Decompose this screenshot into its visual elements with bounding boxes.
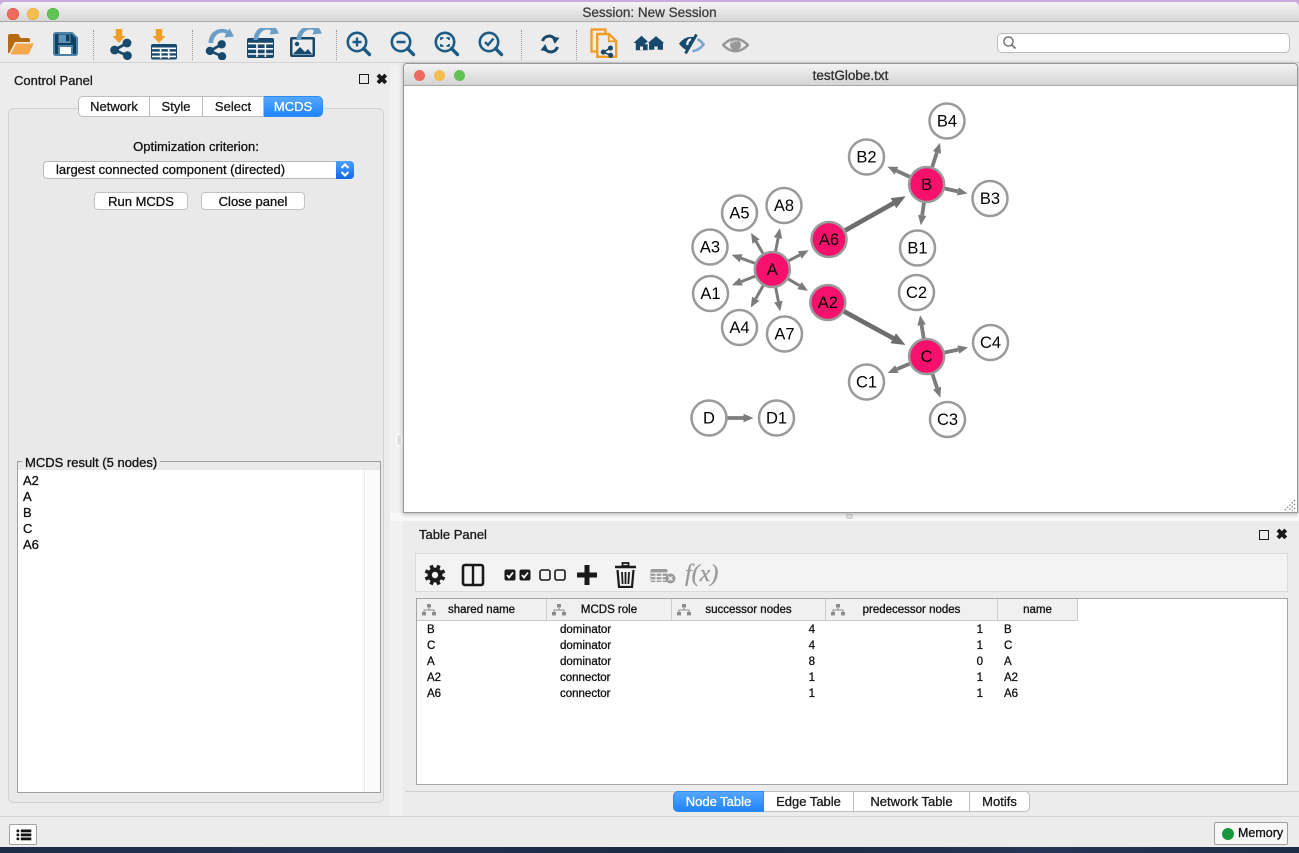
svg-text:B3: B3	[980, 190, 1000, 208]
svg-text:A: A	[767, 261, 778, 279]
svg-text:D1: D1	[766, 410, 787, 428]
svg-text:D: D	[703, 410, 715, 428]
svg-text:C3: C3	[937, 411, 958, 429]
svg-text:A1: A1	[700, 285, 720, 303]
svg-text:A8: A8	[774, 197, 794, 215]
svg-text:B4: B4	[937, 113, 957, 131]
svg-text:B: B	[921, 176, 932, 194]
svg-text:A3: A3	[700, 239, 720, 257]
svg-text:C4: C4	[980, 334, 1001, 352]
svg-text:B2: B2	[856, 149, 876, 167]
svg-text:A6: A6	[819, 231, 839, 249]
svg-text:B1: B1	[907, 240, 927, 258]
svg-text:A4: A4	[729, 319, 749, 337]
svg-text:C: C	[921, 348, 933, 366]
svg-text:A5: A5	[729, 205, 749, 223]
svg-text:A2: A2	[818, 294, 838, 312]
svg-text:C2: C2	[906, 284, 927, 302]
svg-text:C1: C1	[856, 374, 877, 392]
svg-text:A7: A7	[774, 326, 794, 344]
